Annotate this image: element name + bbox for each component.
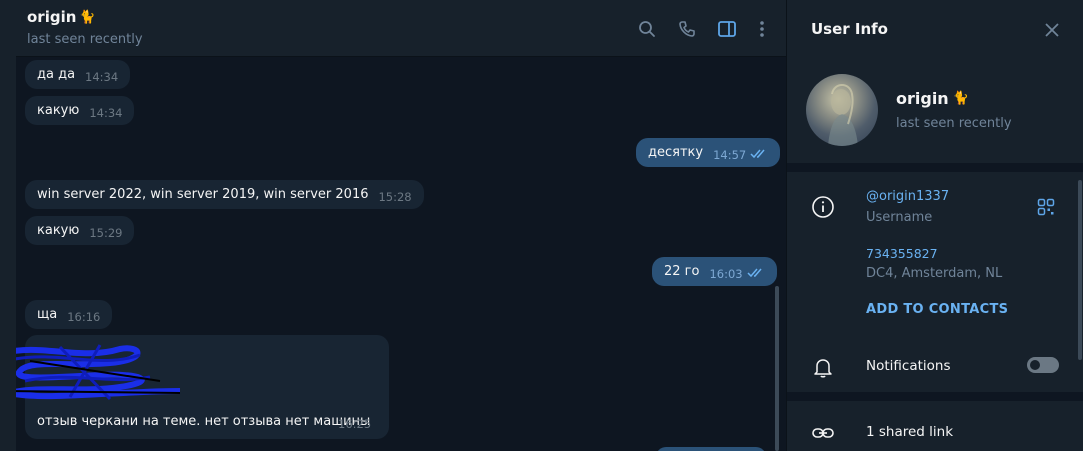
message-time: 15:29 — [89, 226, 123, 240]
read-checkmarks-icon — [747, 267, 765, 282]
phone-icon[interactable] — [676, 18, 698, 40]
notifications-label: Notifications — [866, 358, 951, 374]
chat-pane: origin 🐈 last seen recently да да 14:34 к… — [16, 0, 786, 451]
info-icon — [811, 195, 835, 219]
message-incoming[interactable]: win server 2022, win server 2019, win se… — [25, 180, 424, 209]
message-text: какую — [37, 103, 80, 118]
message-time: 16:25 — [338, 417, 372, 431]
section-divider — [787, 392, 1083, 401]
message-incoming[interactable]: ща 16:16 — [25, 300, 113, 329]
message-text: десятку — [648, 145, 704, 160]
message-outgoing[interactable]: 22 го 16:03 — [652, 257, 777, 286]
profile-status: last seen recently — [896, 116, 1012, 131]
notifications-toggle[interactable] — [1027, 357, 1059, 373]
message-outgoing-partial[interactable] — [656, 447, 766, 451]
name-emoji: 🐈 — [952, 91, 969, 106]
chat-list-edge — [0, 0, 16, 451]
info-scrollbar[interactable] — [1078, 180, 1082, 360]
message-text: какую — [37, 223, 80, 238]
message-time: 14:34 — [89, 106, 123, 120]
message-time: 16:03 — [709, 267, 743, 281]
message-time: 15:28 — [378, 190, 412, 204]
sidebar-toggle-icon[interactable] — [716, 18, 738, 40]
message-incoming[interactable]: какую 15:29 — [25, 216, 135, 245]
read-checkmarks-icon — [750, 148, 768, 163]
message-time: 14:57 — [713, 148, 747, 162]
shared-links-item[interactable]: 1 shared link — [866, 424, 953, 440]
message-text: win server 2022, win server 2019, win se… — [37, 187, 369, 202]
message-incoming-forwarded[interactable]: отзыв черкани на теме. нет отзыва нет ма… — [16, 335, 389, 439]
message-incoming[interactable]: да да 14:34 — [25, 60, 131, 89]
close-icon[interactable] — [1042, 20, 1062, 40]
chat-status: last seen recently — [27, 32, 143, 47]
message-outgoing[interactable]: десятку 14:57 — [636, 138, 781, 167]
chat-title[interactable]: origin 🐈 — [27, 8, 96, 26]
info-title: User Info — [811, 20, 888, 38]
more-icon[interactable] — [751, 18, 773, 40]
scribble-redaction — [16, 344, 181, 401]
user-info-panel: User Info origin 🐈 last seen recently @o… — [786, 0, 1083, 451]
toggle-knob — [1030, 360, 1040, 370]
username-link[interactable]: @origin1337 — [866, 189, 949, 204]
message-text: 22 го — [664, 264, 700, 279]
username-label: Username — [866, 210, 933, 225]
add-to-contacts-button[interactable]: ADD TO CONTACTS — [866, 302, 1008, 317]
chat-scrollbar[interactable] — [775, 286, 779, 451]
telegram-window: origin 🐈 last seen recently да да 14:34 к… — [0, 0, 1083, 451]
message-text: да да — [37, 67, 76, 82]
message-text: ща — [37, 307, 58, 322]
message-incoming[interactable]: какую 14:34 — [25, 96, 135, 125]
user-id[interactable]: 734355827 — [866, 246, 938, 261]
avatar[interactable] — [806, 74, 878, 146]
chat-title-text: origin — [27, 8, 77, 26]
qr-code-icon[interactable] — [1037, 198, 1055, 216]
link-icon — [811, 421, 835, 445]
message-time: 16:16 — [67, 310, 101, 324]
section-divider — [787, 163, 1083, 172]
message-text: отзыв черкани на теме. нет отзыва нет ма… — [37, 414, 371, 429]
message-time: 14:34 — [85, 70, 119, 84]
datacenter-label: DC4, Amsterdam, NL — [866, 266, 1003, 281]
search-icon[interactable] — [636, 18, 658, 40]
title-emoji: 🐈 — [79, 9, 96, 25]
bell-icon — [811, 355, 835, 379]
profile-name: origin 🐈 — [896, 89, 969, 108]
profile-name-text: origin — [896, 89, 949, 108]
chat-header[interactable]: origin 🐈 last seen recently — [16, 0, 786, 57]
